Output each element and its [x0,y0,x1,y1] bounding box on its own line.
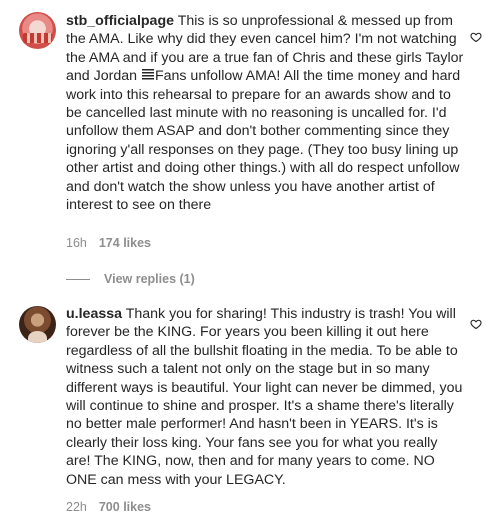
comment-likes[interactable]: 700 likes [99,500,151,514]
replies-divider [66,278,90,280]
heart-outline-icon[interactable] [470,31,482,43]
comment-body-part-2: Fans unfollow AMA! All the time money an… [66,68,461,214]
heart-outline-icon[interactable] [470,318,482,330]
comment-body: Thank you for sharing! This industry is … [66,306,463,488]
avatar[interactable] [19,12,56,49]
notepad-emoji-icon [141,69,154,82]
view-replies-label: View replies (1) [104,272,195,286]
comment-time[interactable]: 22h [66,500,87,514]
view-replies-button[interactable]: View replies (1) [66,272,195,286]
comment-username[interactable]: stb_officialpage [66,13,174,29]
comment-meta: 16h 174 likes [66,236,151,250]
comment-text: u.leassa Thank you for sharing! This ind… [66,305,464,489]
comment-username[interactable]: u.leassa [66,306,122,322]
avatar[interactable] [19,306,56,343]
comment-time[interactable]: 16h [66,236,87,250]
comment-meta: 22h 700 likes [66,500,151,514]
comment-likes[interactable]: 174 likes [99,236,151,250]
comments-list: stb_officialpage This is so unprofession… [0,0,495,530]
comment-text: stb_officialpage This is so unprofession… [66,12,464,214]
